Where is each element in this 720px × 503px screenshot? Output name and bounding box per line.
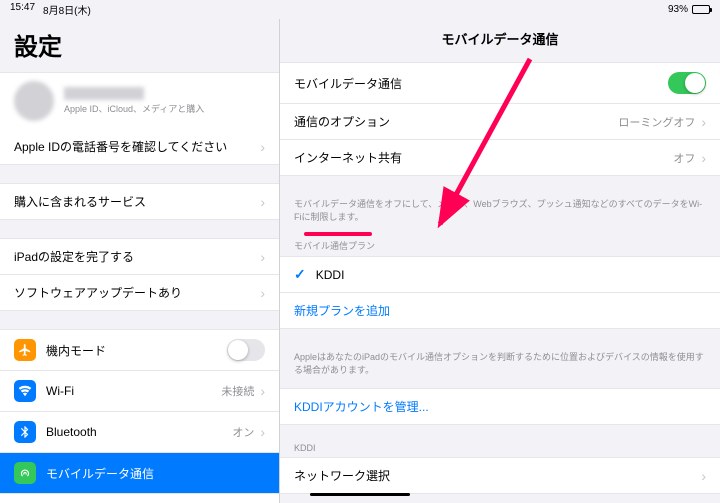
airplane-mode-row[interactable]: 機内モード: [0, 330, 279, 371]
annotation-underline: [304, 232, 372, 236]
battery-percent: 93%: [668, 4, 688, 15]
chevron-right-icon: ›: [260, 383, 265, 399]
airplane-icon: [14, 339, 36, 361]
wifi-icon: [14, 380, 36, 402]
chevron-right-icon: ›: [260, 249, 265, 265]
chevron-right-icon: ›: [701, 150, 706, 166]
bluetooth-row[interactable]: Bluetooth オン ›: [0, 412, 279, 453]
chevron-right-icon: ›: [260, 285, 265, 301]
wifi-row[interactable]: Wi-Fi 未接続 ›: [0, 371, 279, 412]
status-date: 8月8日(木): [43, 2, 91, 17]
manage-account-row[interactable]: KDDIアカウントを管理...: [280, 389, 720, 424]
add-plan-row[interactable]: 新規プランを追加: [280, 293, 720, 328]
cellular-icon: [14, 462, 36, 484]
status-bar: 15:47 8月8日(木) 93%: [0, 0, 720, 19]
checkmark-icon: ✓: [294, 266, 306, 283]
sidebar: 設定 Apple ID、iCloud、メディアと購入 Apple IDの電話番号…: [0, 19, 280, 503]
included-services-row[interactable]: 購入に含まれるサービス ›: [0, 184, 279, 219]
cellular-options-row[interactable]: 通信のオプション ローミングオフ ›: [280, 104, 720, 140]
settings-title: 設定: [0, 19, 279, 72]
apple-id-row[interactable]: Apple ID、iCloud、メディアと購入: [0, 73, 279, 129]
bluetooth-icon: [14, 421, 36, 443]
kddi-section-header: KDDI: [280, 443, 720, 457]
airplane-toggle[interactable]: [227, 339, 265, 361]
plan-footer: AppleはあなたのiPadのモバイル通信オプションを判断するために位置およびデ…: [280, 347, 720, 388]
plan-kddi-row[interactable]: ✓ KDDI: [280, 257, 720, 293]
status-time: 15:47: [10, 2, 35, 17]
chevron-right-icon: ›: [260, 424, 265, 440]
chevron-right-icon: ›: [701, 114, 706, 130]
avatar: [14, 81, 54, 121]
cellular-data-row[interactable]: モバイルデータ通信: [280, 63, 720, 104]
cellular-row[interactable]: モバイルデータ通信: [0, 453, 279, 494]
finish-setup-row[interactable]: iPadの設定を完了する ›: [0, 239, 279, 275]
home-indicator[interactable]: [310, 493, 410, 496]
software-update-row[interactable]: ソフトウェアアップデートあり ›: [0, 275, 279, 310]
battery-icon: [692, 5, 710, 14]
chevron-right-icon: ›: [260, 139, 265, 155]
profile-subtitle: Apple ID、iCloud、メディアと購入: [64, 102, 265, 115]
verify-phone-row[interactable]: Apple IDの電話番号を確認してください ›: [0, 129, 279, 164]
plan-section-header: モバイル通信プラン: [280, 239, 720, 256]
hotspot-row[interactable]: インターネット共有 オフ ›: [0, 494, 279, 503]
main-panel: モバイルデータ通信 モバイルデータ通信 通信のオプション ローミングオフ › イ…: [280, 19, 720, 503]
internet-sharing-row[interactable]: インターネット共有 オフ ›: [280, 140, 720, 175]
page-title: モバイルデータ通信: [280, 19, 720, 62]
cellular-footer: モバイルデータ通信をオフにして、メール、Webブラウズ、プッシュ通知などのすべて…: [280, 194, 720, 235]
cellular-data-toggle[interactable]: [668, 72, 706, 94]
profile-name: [64, 87, 144, 100]
chevron-right-icon: ›: [260, 194, 265, 210]
network-selection-row[interactable]: ネットワーク選択 ›: [280, 458, 720, 493]
chevron-right-icon: ›: [701, 468, 706, 484]
